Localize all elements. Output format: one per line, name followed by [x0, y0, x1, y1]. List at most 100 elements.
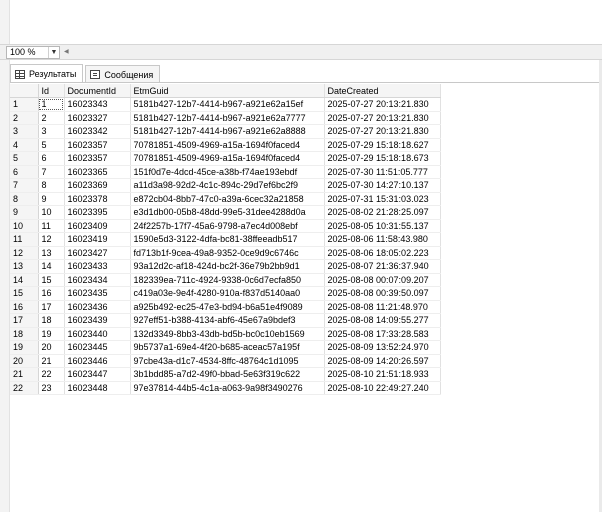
- row-number[interactable]: 14: [10, 273, 39, 287]
- table-row[interactable]: 14 15 16023434 182339ea-711c-4924-9338-0c6d…: [10, 273, 441, 287]
- cell-id[interactable]: 1: [38, 97, 65, 112]
- cell-etmguid[interactable]: c419a03e-9e4f-4280-910a-f837d5140aa0: [130, 286, 325, 301]
- query-editor[interactable]: [0, 0, 602, 44]
- cell-etmguid[interactable]: e3d1db00-05b8-48dd-99e5-31dee4288d0a: [130, 205, 325, 220]
- cell-id[interactable]: 19: [38, 327, 65, 341]
- row-number[interactable]: 10: [10, 219, 39, 233]
- row-number[interactable]: 6: [10, 165, 39, 179]
- tab-messages[interactable]: Сообщения: [85, 65, 161, 83]
- row-number[interactable]: 21: [10, 367, 39, 382]
- cell-datecreated[interactable]: 2025-07-30 11:51:05.777: [324, 165, 441, 179]
- cell-id[interactable]: 3: [38, 124, 65, 139]
- cell-datecreated[interactable]: 2025-08-05 10:31:55.137: [324, 219, 441, 233]
- cell-documentid[interactable]: 16023378: [64, 192, 131, 206]
- cell-datecreated[interactable]: 2025-07-27 20:13:21.830: [324, 97, 441, 112]
- cell-etmguid[interactable]: 3b1bdd85-a7d2-49f0-bbad-5e63f319c622: [130, 367, 325, 382]
- cell-documentid[interactable]: 16023446: [64, 354, 131, 368]
- cell-id[interactable]: 6: [38, 151, 65, 166]
- cell-documentid[interactable]: 16023436: [64, 300, 131, 314]
- cell-id[interactable]: 20: [38, 340, 65, 355]
- results-grid[interactable]: Id DocumentId EtmGuid DateCreated 1 1 1602…: [10, 84, 441, 395]
- cell-documentid[interactable]: 16023447: [64, 367, 131, 382]
- cell-documentid[interactable]: 16023342: [64, 124, 131, 139]
- cell-id[interactable]: 23: [38, 381, 65, 395]
- cell-documentid[interactable]: 16023427: [64, 246, 131, 260]
- cell-id[interactable]: 22: [38, 367, 65, 382]
- cell-documentid[interactable]: 16023435: [64, 286, 131, 301]
- cell-id[interactable]: 17: [38, 300, 65, 314]
- table-row[interactable]: 21 22 16023447 3b1bdd85-a7d2-49f0-bbad-5e63…: [10, 367, 441, 382]
- cell-datecreated[interactable]: 2025-08-08 00:07:09.207: [324, 273, 441, 287]
- cell-id[interactable]: 7: [38, 165, 65, 179]
- cell-datecreated[interactable]: 2025-08-08 17:33:28.583: [324, 327, 441, 341]
- table-row[interactable]: 15 16 16023435 c419a03e-9e4f-4280-910a-f837…: [10, 286, 441, 301]
- table-row[interactable]: 6 7 16023365 151f0d7e-4dcd-45ce-a38b-f74ae1…: [10, 165, 441, 179]
- row-number[interactable]: 4: [10, 138, 39, 152]
- column-header-documentid[interactable]: DocumentId: [64, 84, 131, 98]
- table-row[interactable]: 1 1 16023343 5181b427-12b7-4414-b967-a921e6…: [10, 97, 441, 112]
- cell-id[interactable]: 9: [38, 192, 65, 206]
- cell-etmguid[interactable]: e872cb04-8bb7-47c0-a39a-6cec32a21858: [130, 192, 325, 206]
- cell-documentid[interactable]: 16023448: [64, 381, 131, 395]
- cell-datecreated[interactable]: 2025-08-07 21:36:37.940: [324, 259, 441, 274]
- table-row[interactable]: 18 19 16023440 132d3349-8bb3-43db-bd5b-bc0c…: [10, 327, 441, 341]
- cell-documentid[interactable]: 16023369: [64, 178, 131, 193]
- row-number[interactable]: 12: [10, 246, 39, 260]
- row-number[interactable]: 9: [10, 205, 39, 220]
- cell-id[interactable]: 8: [38, 178, 65, 193]
- cell-etmguid[interactable]: 5181b427-12b7-4414-b967-a921e62a15ef: [130, 97, 325, 112]
- table-row[interactable]: 8 9 16023378 e872cb04-8bb7-47c0-a39a-6cec32…: [10, 192, 441, 206]
- table-row[interactable]: 16 17 16023436 a925b492-ec25-47e3-bd94-b6a5…: [10, 300, 441, 314]
- cell-id[interactable]: 12: [38, 232, 65, 247]
- table-row[interactable]: 7 8 16023369 a11d3a98-92d2-4c1c-894c-29d7ef…: [10, 178, 441, 193]
- row-number[interactable]: 19: [10, 340, 39, 355]
- cell-datecreated[interactable]: 2025-08-08 00:39:50.097: [324, 286, 441, 301]
- row-number[interactable]: 20: [10, 354, 39, 368]
- table-row[interactable]: 19 20 16023445 9b5737a1-69e4-4f20-b685-acea…: [10, 340, 441, 355]
- row-number[interactable]: 22: [10, 381, 39, 395]
- column-header-datecreated[interactable]: DateCreated: [324, 84, 441, 98]
- cell-documentid[interactable]: 16023445: [64, 340, 131, 355]
- table-row[interactable]: 20 21 16023446 97cbe43a-d1c7-4534-8ffc-4876…: [10, 354, 441, 368]
- table-row[interactable]: 17 18 16023439 927eff51-b388-4134-abf6-45e6…: [10, 313, 441, 328]
- cell-datecreated[interactable]: 2025-07-27 20:13:21.830: [324, 111, 441, 125]
- table-row[interactable]: 3 3 16023342 5181b427-12b7-4414-b967-a921e6…: [10, 124, 441, 139]
- row-number[interactable]: 13: [10, 259, 39, 274]
- cell-etmguid[interactable]: 70781851-4509-4969-a15a-1694f0faced4: [130, 138, 325, 152]
- cell-etmguid[interactable]: 97cbe43a-d1c7-4534-8ffc-48764c1d1095: [130, 354, 325, 368]
- table-row[interactable]: 13 14 16023433 93a12d2c-af18-424d-bc2f-36e7…: [10, 259, 441, 274]
- table-row[interactable]: 2 2 16023327 5181b427-12b7-4414-b967-a921e6…: [10, 111, 441, 125]
- cell-datecreated[interactable]: 2025-08-06 11:58:43.980: [324, 232, 441, 247]
- table-row[interactable]: 5 6 16023357 70781851-4509-4969-a15a-1694f0…: [10, 151, 441, 166]
- cell-etmguid[interactable]: a925b492-ec25-47e3-bd94-b6a51e4f9089: [130, 300, 325, 314]
- cell-documentid[interactable]: 16023434: [64, 273, 131, 287]
- cell-documentid[interactable]: 16023439: [64, 313, 131, 328]
- row-number[interactable]: 18: [10, 327, 39, 341]
- cell-datecreated[interactable]: 2025-07-29 15:18:18.673: [324, 151, 441, 166]
- table-row[interactable]: 22 23 16023448 97e37814-44b5-4c1a-a063-9a98…: [10, 381, 441, 395]
- cell-etmguid[interactable]: 24f2257b-17f7-45a6-9798-a7ec4d008ebf: [130, 219, 325, 233]
- cell-datecreated[interactable]: 2025-08-06 18:05:02.223: [324, 246, 441, 260]
- row-number[interactable]: 15: [10, 286, 39, 301]
- cell-etmguid[interactable]: 927eff51-b388-4134-abf6-45e67a9bdef3: [130, 313, 325, 328]
- cell-datecreated[interactable]: 2025-08-02 21:28:25.097: [324, 205, 441, 220]
- cell-etmguid[interactable]: 132d3349-8bb3-43db-bd5b-bc0c10eb1569: [130, 327, 325, 341]
- row-number[interactable]: 11: [10, 232, 39, 247]
- table-row[interactable]: 10 11 16023409 24f2257b-17f7-45a6-9798-a7ec…: [10, 219, 441, 233]
- row-number[interactable]: 1: [10, 97, 39, 112]
- cell-documentid[interactable]: 16023433: [64, 259, 131, 274]
- cell-documentid[interactable]: 16023409: [64, 219, 131, 233]
- tab-results[interactable]: Результаты: [10, 64, 84, 83]
- row-number[interactable]: 5: [10, 151, 39, 166]
- cell-documentid[interactable]: 16023365: [64, 165, 131, 179]
- scroll-left-icon[interactable]: ◀: [64, 48, 70, 57]
- cell-id[interactable]: 14: [38, 259, 65, 274]
- cell-etmguid[interactable]: 70781851-4509-4969-a15a-1694f0faced4: [130, 151, 325, 166]
- cell-id[interactable]: 18: [38, 313, 65, 328]
- cell-id[interactable]: 15: [38, 273, 65, 287]
- cell-documentid[interactable]: 16023357: [64, 138, 131, 152]
- row-number[interactable]: 8: [10, 192, 39, 206]
- cell-datecreated[interactable]: 2025-08-08 11:21:48.970: [324, 300, 441, 314]
- cell-id[interactable]: 11: [38, 219, 65, 233]
- cell-documentid[interactable]: 16023343: [64, 97, 131, 112]
